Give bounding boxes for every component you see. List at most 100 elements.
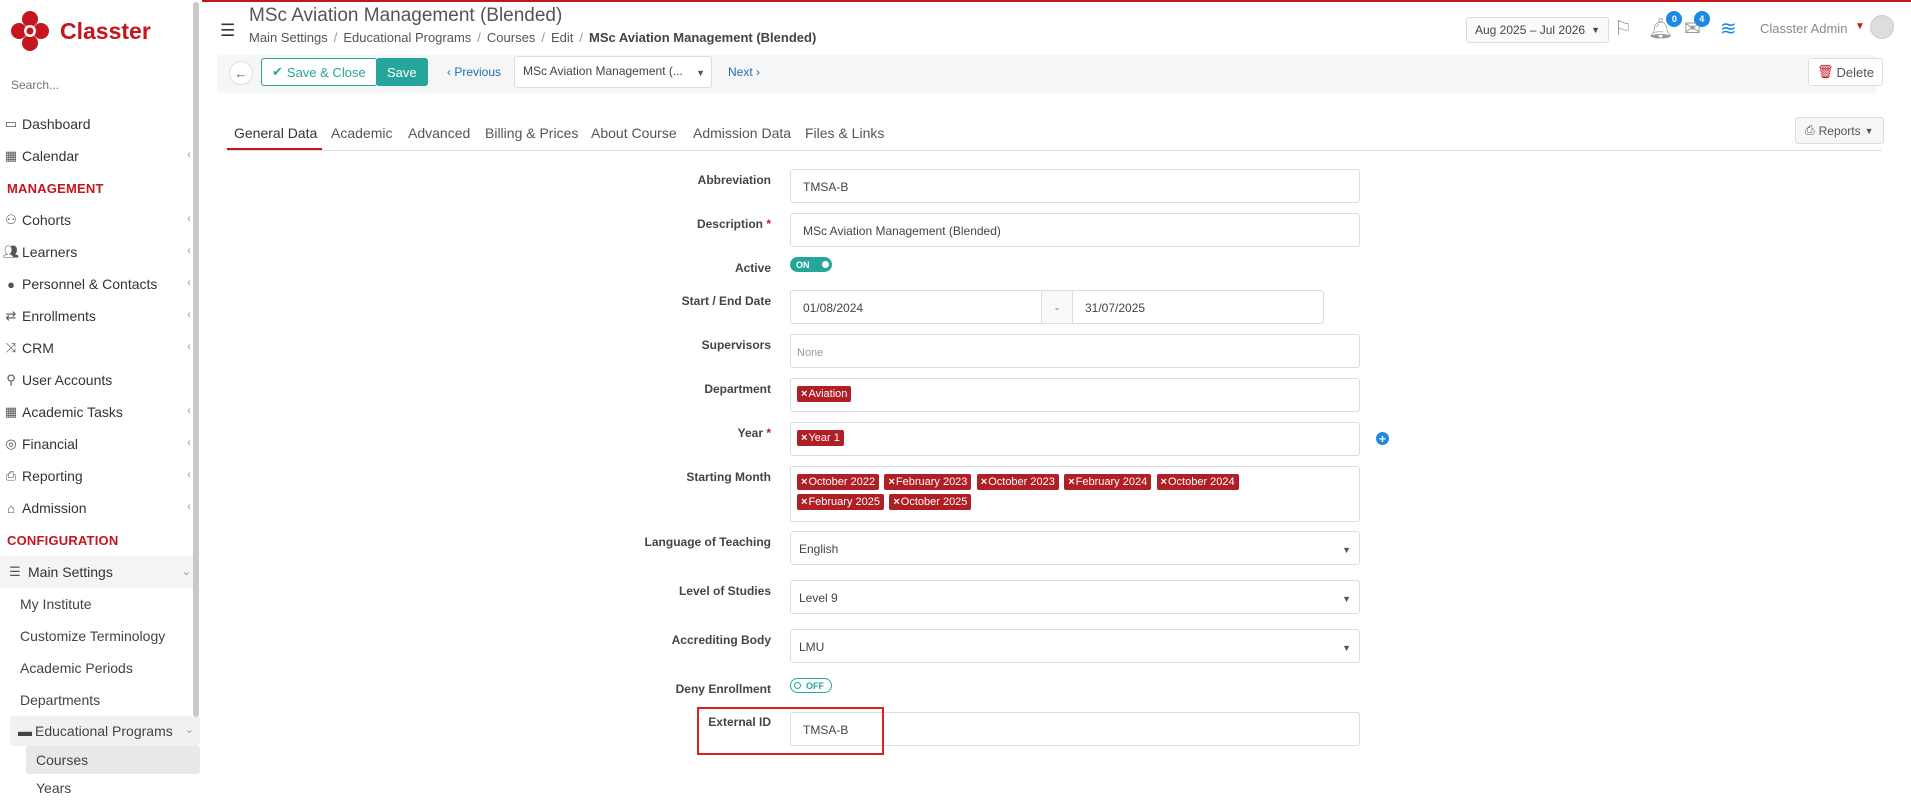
starting-month-tag[interactable]: ×October 2025	[889, 494, 972, 510]
chevron-left-icon: ‹	[187, 501, 191, 513]
remove-tag-icon[interactable]: ×	[1068, 476, 1074, 488]
deny-enrollment-toggle[interactable]: OFF	[790, 678, 832, 693]
starting-month-tag[interactable]: ×October 2024	[1156, 474, 1239, 490]
sidebar-subitem-courses[interactable]: Courses	[26, 746, 200, 774]
breadcrumb-item[interactable]: Educational Programs	[343, 30, 471, 45]
starting-month-label: Starting Month	[686, 470, 771, 484]
back-button[interactable]: ←	[229, 61, 253, 85]
save-button[interactable]: Save	[376, 58, 428, 86]
department-tag[interactable]: ×Aviation	[797, 386, 852, 402]
tab-academic[interactable]: Academic	[331, 125, 392, 141]
language-select[interactable]: English ▼	[790, 531, 1360, 565]
starting-month-tag[interactable]: ×February 2023	[884, 474, 972, 490]
breadcrumb-item[interactable]: Main Settings	[249, 30, 328, 45]
sidebar-subitem-my-institute[interactable]: My Institute	[0, 588, 195, 620]
tab-admission-data[interactable]: Admission Data	[693, 125, 791, 141]
avatar[interactable]	[1870, 15, 1894, 39]
academic-period-select[interactable]: Aug 2025 – Jul 2026 ▼	[1466, 17, 1610, 43]
tag-label: October 2024	[1167, 476, 1235, 488]
sidebar-item-learners[interactable]: 👥︎ Learners ‹	[0, 236, 195, 268]
bell-icon[interactable]: 🔔︎ 0	[1648, 11, 1683, 41]
sidebar-item-reporting[interactable]: ⎙ Reporting ‹	[0, 460, 195, 492]
sidebar-item-user-accounts[interactable]: ⚲ User Accounts	[0, 364, 195, 396]
starting-month-tag[interactable]: ×February 2024	[1064, 474, 1152, 490]
sidebar-item-crm[interactable]: ⤨ CRM ‹	[0, 332, 195, 364]
chevron-left-icon: ‹	[187, 213, 191, 225]
sidebar-search-input[interactable]	[0, 72, 190, 98]
flag-icon[interactable]: ⚐	[1614, 16, 1632, 41]
level-of-studies-select[interactable]: Level 9 ▼	[790, 580, 1360, 614]
user-name[interactable]: Classter Admin	[1760, 21, 1847, 36]
abbreviation-field[interactable]: TMSA-B	[790, 169, 1360, 203]
starting-month-tag[interactable]: ×October 2022	[797, 474, 880, 490]
reports-button[interactable]: ⎙ Reports ▼	[1795, 117, 1884, 144]
course-select[interactable]: MSc Aviation Management (... ▼	[514, 56, 712, 88]
remove-tag-icon[interactable]: ×	[893, 496, 899, 508]
remove-tag-icon[interactable]: ×	[801, 476, 807, 488]
supervisors-field[interactable]: None	[790, 334, 1360, 368]
sidebar-item-label: Reporting	[22, 468, 83, 484]
menu-toggle-icon[interactable]: ☰	[220, 21, 235, 41]
sidebar-item-label: CRM	[22, 340, 54, 356]
level-of-studies-label: Level of Studies	[678, 584, 771, 598]
chevron-left-icon: ‹	[187, 405, 191, 417]
next-link[interactable]: Next ›	[728, 65, 760, 79]
sidebar-item-label: Academic Tasks	[22, 404, 123, 420]
caret-down-icon[interactable]: ▼	[1855, 21, 1865, 32]
delete-button[interactable]: 🗑︎ Delete	[1808, 58, 1884, 86]
tab-advanced[interactable]: Advanced	[408, 125, 470, 141]
save-close-button[interactable]: ✔ Save & Close	[261, 58, 377, 86]
description-field[interactable]: MSc Aviation Management (Blended)	[790, 213, 1360, 247]
breadcrumb-item[interactable]: Edit	[551, 30, 573, 45]
sidebar-subitem-years[interactable]: Years	[0, 774, 195, 802]
sidebar-item-dashboard[interactable]: ▭ Dashboard	[0, 108, 195, 140]
start-end-date-label: Start / End Date	[681, 294, 771, 308]
remove-tag-icon[interactable]: ×	[801, 388, 807, 400]
sidebar-subitem-educational-programs[interactable]: ▬ Educational Programs ⌄	[10, 716, 200, 746]
sidebar-subitem-departments[interactable]: Departments	[0, 684, 195, 716]
breadcrumb-separator: /	[579, 30, 583, 45]
caret-down-icon: ▼	[1591, 25, 1601, 35]
sidebar-item-admission[interactable]: ⌂ Admission ‹	[0, 492, 195, 524]
sidebar-item-main-settings[interactable]: ☰ Main Settings ⌄	[0, 556, 195, 588]
starting-month-tag[interactable]: ×February 2025	[797, 494, 884, 510]
starting-month-field[interactable]: ×October 2022 ×February 2023 ×October 20…	[790, 466, 1360, 522]
sidebar-item-personnel[interactable]: ● Personnel & Contacts ‹	[0, 268, 195, 300]
sidebar-subitem-customize-terminology[interactable]: Customize Terminology	[0, 620, 195, 652]
year-tag[interactable]: ×Year 1	[797, 430, 844, 446]
active-toggle[interactable]: ON	[790, 257, 832, 272]
envelope-icon[interactable]: ✉ 4	[1684, 11, 1710, 41]
department-field[interactable]: ×Aviation	[790, 378, 1360, 412]
chevron-down-icon: ⌄	[184, 724, 194, 736]
breadcrumb-item[interactable]: Courses	[487, 30, 535, 45]
layers-icon[interactable]: ≋	[1720, 16, 1737, 41]
sidebar-item-calendar[interactable]: ▦ Calendar ‹	[0, 140, 195, 172]
accrediting-body-select[interactable]: LMU ▼	[790, 629, 1360, 663]
remove-tag-icon[interactable]: ×	[981, 476, 987, 488]
sidebar-subitem-academic-periods[interactable]: Academic Periods	[0, 652, 195, 684]
end-date-field[interactable]: 31/07/2025	[1072, 290, 1324, 324]
remove-tag-icon[interactable]: ×	[1161, 476, 1167, 488]
app-logo[interactable]: Classter	[10, 10, 151, 52]
tab-about-course[interactable]: About Course	[591, 125, 677, 141]
add-year-icon[interactable]: +	[1376, 432, 1389, 445]
remove-tag-icon[interactable]: ×	[801, 432, 807, 444]
remove-tag-icon[interactable]: ×	[801, 496, 807, 508]
year-field[interactable]: ×Year 1	[790, 422, 1360, 456]
sidebar-item-financial[interactable]: ◎ Financial ‹	[0, 428, 195, 460]
sidebar-item-academic-tasks[interactable]: ▦ Academic Tasks ‹	[0, 396, 195, 428]
start-date-field[interactable]: 01/08/2024	[790, 290, 1042, 324]
tab-files-links[interactable]: Files & Links	[805, 125, 884, 141]
sidebar-scrollbar[interactable]	[193, 2, 199, 717]
notifications-badge: 0	[1666, 11, 1683, 27]
level-of-studies-value: Level 9	[799, 591, 838, 605]
sidebar-item-enrollments[interactable]: ⇄ Enrollments ‹	[0, 300, 195, 332]
sidebar-item-cohorts[interactable]: ⚇ Cohorts ‹	[0, 204, 195, 236]
previous-link[interactable]: ‹ Previous	[447, 65, 501, 79]
chevron-right-icon: ›	[756, 65, 761, 79]
starting-month-tag[interactable]: ×October 2023	[976, 474, 1059, 490]
tab-billing-prices[interactable]: Billing & Prices	[485, 125, 578, 141]
remove-tag-icon[interactable]: ×	[888, 476, 894, 488]
tab-general-data[interactable]: General Data	[234, 125, 317, 141]
chevron-down-icon: ⌄	[181, 566, 191, 578]
